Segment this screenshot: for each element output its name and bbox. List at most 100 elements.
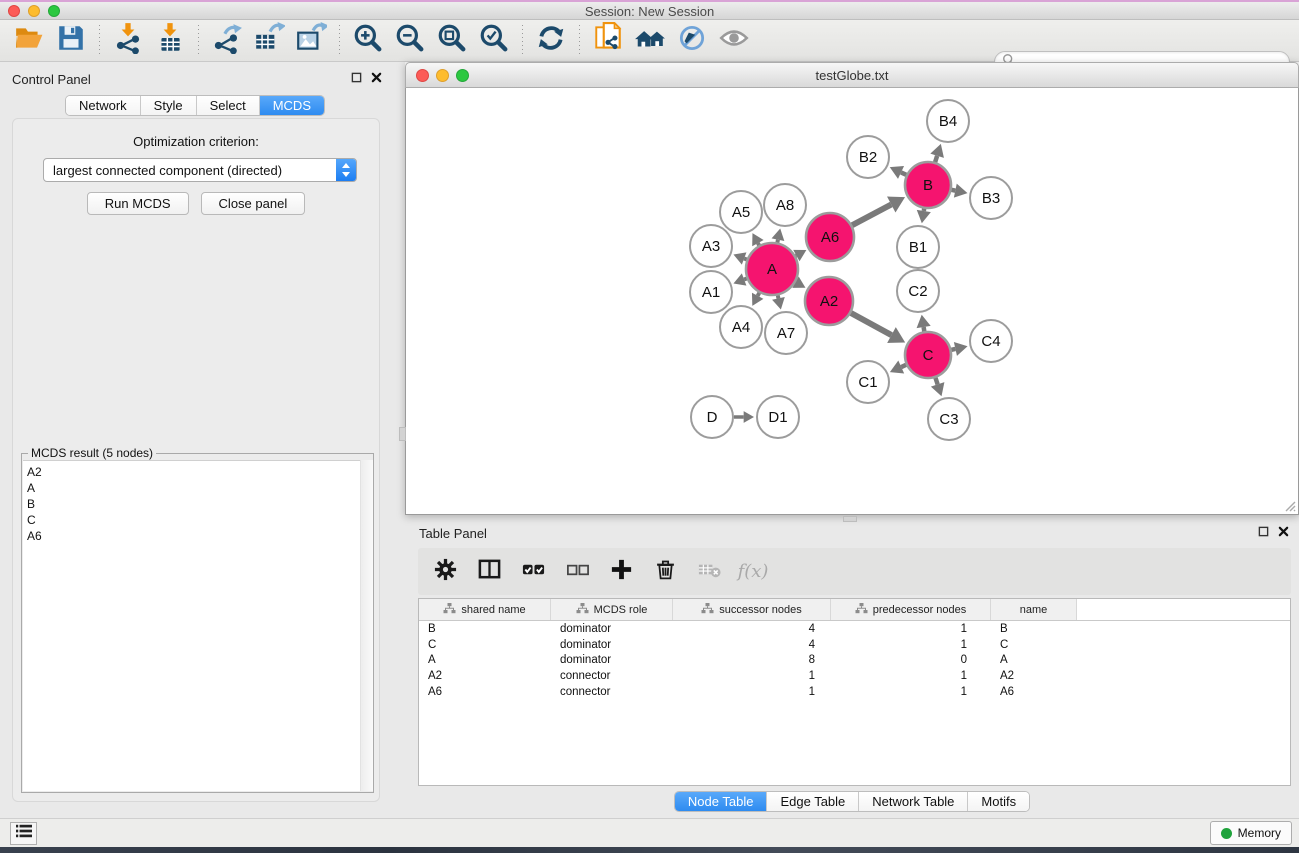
graph-node-A6[interactable]: A6 <box>806 213 854 261</box>
graph-edge-A-A8[interactable] <box>772 229 785 243</box>
graph-node-D1[interactable]: D1 <box>757 396 799 438</box>
close-panel-icon[interactable] <box>1278 524 1289 542</box>
graph-edge-A6-B[interactable] <box>852 197 905 226</box>
graph-edge-B-B2[interactable] <box>890 166 907 179</box>
column-header-predecessor-nodes[interactable]: predecessor nodes <box>831 599 991 620</box>
export-network-button[interactable] <box>206 22 248 60</box>
tab-network[interactable]: Network <box>66 96 140 115</box>
cell[interactable]: dominator <box>551 639 673 651</box>
function-builder-button[interactable]: f(x) <box>738 557 768 587</box>
cell[interactable]: A <box>419 654 551 666</box>
graph-edge-B-B3[interactable] <box>952 184 968 198</box>
vertical-splitter-handle[interactable] <box>399 427 406 441</box>
table-row-c[interactable]: Cdominator41C <box>419 637 1290 653</box>
tab-node-table[interactable]: Node Table <box>675 792 767 811</box>
table-row-a[interactable]: Adominator80A <box>419 653 1290 669</box>
network-canvas[interactable]: B4B2BB3A8A5A6A3B1AA1C2A2A4A7C4CC1C3DD1 <box>405 88 1299 515</box>
cell[interactable]: C <box>991 639 1077 651</box>
clone-network-button[interactable] <box>587 22 629 60</box>
graph-edge-A-A3[interactable] <box>733 252 746 264</box>
cell[interactable]: A <box>991 654 1077 666</box>
cell[interactable]: 1 <box>673 686 831 698</box>
column-header-name[interactable]: name <box>991 599 1077 620</box>
column-header-MCDS-role[interactable]: MCDS role <box>551 599 673 620</box>
graph-node-C3[interactable]: C3 <box>928 398 970 440</box>
cell[interactable]: B <box>419 623 551 635</box>
export-image-button[interactable] <box>290 22 332 60</box>
cell[interactable]: 1 <box>831 623 991 635</box>
select-all-button[interactable] <box>518 557 548 587</box>
table-row-a6[interactable]: A6connector11A6 <box>419 684 1290 700</box>
tab-style[interactable]: Style <box>140 96 196 115</box>
mcds-result-item-a[interactable]: A <box>27 480 372 496</box>
run-mcds-button[interactable]: Run MCDS <box>87 192 189 215</box>
add-column-button[interactable] <box>606 557 636 587</box>
tab-motifs[interactable]: Motifs <box>967 792 1029 811</box>
mcds-result-item-a2[interactable]: A2 <box>27 464 372 480</box>
memory-button[interactable]: Memory <box>1210 821 1292 845</box>
network-window-titlebar[interactable]: testGlobe.txt <box>405 62 1299 88</box>
graph-node-A[interactable]: A <box>746 243 798 295</box>
graph-node-C1[interactable]: C1 <box>847 361 889 403</box>
graph-node-A4[interactable]: A4 <box>720 306 762 348</box>
cell[interactable]: dominator <box>551 623 673 635</box>
graph-edge-C-C3[interactable] <box>931 378 945 396</box>
graph-edge-A-A7[interactable] <box>772 295 785 309</box>
graph-node-B[interactable]: B <box>905 162 951 208</box>
graph-node-A8[interactable]: A8 <box>764 184 806 226</box>
cell[interactable]: 4 <box>673 639 831 651</box>
delete-table-button[interactable] <box>694 557 724 587</box>
cell[interactable]: A6 <box>419 686 551 698</box>
graph-node-A2[interactable]: A2 <box>805 277 853 325</box>
graph-node-C2[interactable]: C2 <box>897 270 939 312</box>
cell[interactable]: 4 <box>673 623 831 635</box>
cell[interactable]: A2 <box>991 670 1077 682</box>
tab-network-table[interactable]: Network Table <box>858 792 967 811</box>
criterion-dropdown[interactable]: largest connected component (directed) <box>43 158 357 182</box>
delete-column-button[interactable] <box>650 557 680 587</box>
graph-edge-A-A1[interactable] <box>733 273 746 285</box>
cell[interactable]: 1 <box>831 639 991 651</box>
graph-node-D[interactable]: D <box>691 396 733 438</box>
graph-node-C[interactable]: C <box>905 332 951 378</box>
import-network-button[interactable] <box>107 22 149 60</box>
float-panel-icon[interactable] <box>1258 524 1269 542</box>
graph-edge-D-D1[interactable] <box>734 411 754 423</box>
hide-annotations-button[interactable] <box>671 22 713 60</box>
refresh-button[interactable] <box>530 22 572 60</box>
column-header-shared-name[interactable]: shared name <box>419 599 551 620</box>
result-list-scrollbar[interactable] <box>360 460 373 791</box>
home-layout-button[interactable] <box>629 22 671 60</box>
show-graphics-button[interactable] <box>713 22 755 60</box>
graph-edge-A2-C[interactable] <box>851 313 905 343</box>
window-resize-grip[interactable] <box>1283 499 1296 512</box>
graph-edge-B-B1[interactable] <box>917 209 931 224</box>
cell[interactable]: 0 <box>831 654 991 666</box>
mcds-result-item-b[interactable]: B <box>27 496 372 512</box>
graph-node-B2[interactable]: B2 <box>847 136 889 178</box>
graph-edge-C-C1[interactable] <box>890 361 906 374</box>
cell[interactable]: 8 <box>673 654 831 666</box>
graph-edge-A-A4[interactable] <box>752 293 763 306</box>
graph-node-A3[interactable]: A3 <box>690 225 732 267</box>
close-panel-icon[interactable] <box>371 70 382 88</box>
graph-edge-C-C4[interactable] <box>951 342 967 356</box>
export-table-button[interactable] <box>248 22 290 60</box>
graph-node-B3[interactable]: B3 <box>970 177 1012 219</box>
table-row-a2[interactable]: A2connector11A2 <box>419 668 1290 684</box>
cell[interactable]: C <box>419 639 551 651</box>
mcds-result-item-a6[interactable]: A6 <box>27 528 372 544</box>
zoom-in-button[interactable] <box>347 22 389 60</box>
import-table-button[interactable] <box>149 22 191 60</box>
graph-node-B4[interactable]: B4 <box>927 100 969 142</box>
tab-select[interactable]: Select <box>196 96 259 115</box>
graph-edge-B-B4[interactable] <box>930 144 944 162</box>
cell[interactable]: connector <box>551 670 673 682</box>
cell[interactable]: 1 <box>673 670 831 682</box>
cell[interactable]: 1 <box>831 686 991 698</box>
task-history-button[interactable] <box>10 822 37 845</box>
graph-node-B1[interactable]: B1 <box>897 226 939 268</box>
graph-node-A1[interactable]: A1 <box>690 271 732 313</box>
cell[interactable]: dominator <box>551 654 673 666</box>
cell[interactable]: connector <box>551 686 673 698</box>
